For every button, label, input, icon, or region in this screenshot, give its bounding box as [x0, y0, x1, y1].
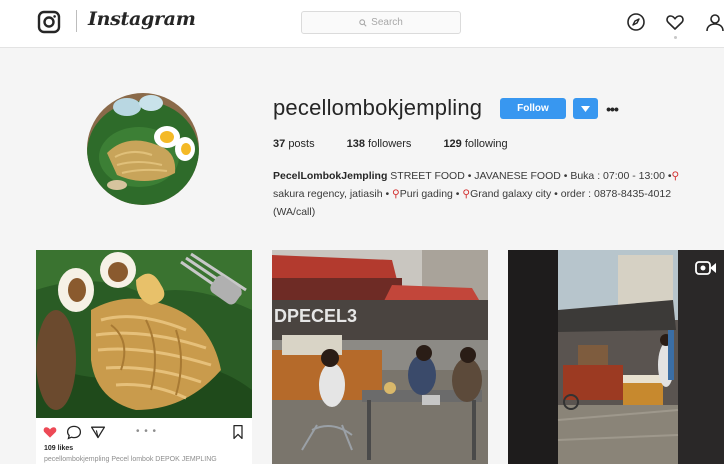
follow-button[interactable]: Follow [500, 98, 566, 119]
followers-stat[interactable]: 138 followers [347, 138, 412, 150]
logo-divider [76, 10, 77, 32]
bio-line-2b: Puri gading • [399, 188, 460, 200]
bio-name: PecelLombokJempling [273, 170, 388, 182]
search-placeholder: Search [371, 17, 403, 28]
stall-sign-text: DPECEL3 [274, 306, 357, 326]
chevron-down-icon [581, 105, 590, 112]
profile-avatar[interactable] [87, 93, 199, 205]
bio-line-3: (WA/call) [273, 206, 316, 218]
bio-line-2a: sakura regency, jatiasih • [273, 188, 390, 200]
likes-count[interactable]: 109 likes [44, 445, 73, 452]
post-thumbnail-3[interactable] [508, 250, 724, 464]
posts-stat: 37 posts [273, 138, 315, 150]
bio-line-2c: Grand galaxy city • order : 0878-8435-40… [470, 188, 672, 200]
profile-username: pecellombokjempling [273, 95, 483, 120]
post-thumbnail-1[interactable] [36, 250, 252, 418]
profile-stats: 37 posts 138 followers 129 following [273, 138, 508, 150]
suggestions-dropdown-button[interactable] [573, 98, 598, 119]
post-action-bar: • • • 109 likes pecellombokjempling Pece… [36, 418, 252, 464]
post-caption: pecellombokjempling Pecel lombok DEPOK J… [44, 456, 217, 463]
instagram-wordmark[interactable]: Instagram [88, 8, 196, 30]
instagram-glyph-icon[interactable] [37, 10, 61, 34]
carousel-dots: • • • [136, 426, 158, 437]
bio-line-1: STREET FOOD • JAVANESE FOOD • Buka : 07:… [390, 170, 672, 182]
following-stat[interactable]: 129 following [443, 138, 507, 150]
search-icon [359, 18, 367, 27]
location-pin-icon: ⚲ [392, 188, 400, 200]
like-heart-icon[interactable] [42, 424, 58, 440]
search-input[interactable]: Search [301, 11, 461, 34]
user-icon[interactable] [705, 12, 724, 32]
location-pin-icon: ⚲ [671, 170, 680, 182]
post-thumbnail-2[interactable]: DPECEL3 [272, 250, 488, 464]
heart-icon[interactable] [665, 12, 685, 32]
more-options-button[interactable]: ••• [604, 98, 620, 119]
location-pin-icon: ⚲ [462, 188, 471, 200]
bookmark-icon[interactable] [230, 424, 246, 440]
profile-bio: PecelLombokJempling STREET FOOD • JAVANE… [273, 167, 719, 221]
top-navigation-bar: Instagram Search [0, 0, 724, 48]
explore-compass-icon[interactable] [626, 12, 646, 32]
notification-dot [674, 36, 677, 39]
video-camera-icon [695, 261, 716, 275]
comment-icon[interactable] [66, 424, 82, 440]
share-icon[interactable] [90, 424, 106, 440]
